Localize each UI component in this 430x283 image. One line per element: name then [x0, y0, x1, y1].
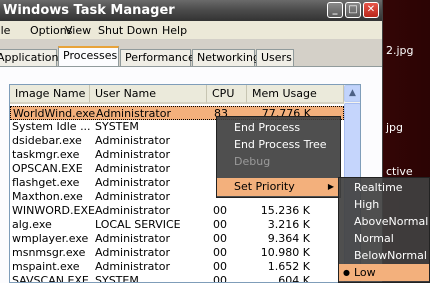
- cell-image-name: mspaint.exe: [12, 260, 80, 273]
- cell-mem-usage: 15.236 K: [260, 204, 310, 217]
- cell-image-name: flashget.exe: [12, 176, 80, 189]
- cell-user-name: Administrator: [95, 176, 170, 189]
- cell-image-name: WINWORD.EXE: [12, 204, 95, 217]
- minimize-button[interactable]: _: [327, 2, 343, 18]
- tab-processes[interactable]: Processes: [58, 46, 119, 66]
- priority-submenu: Realtime High AboveNormal Normal BelowNo…: [338, 177, 430, 283]
- cell-image-name: dsidebar.exe: [12, 134, 82, 147]
- menu-bar: File Options View Shut Down Help: [0, 21, 382, 39]
- scroll-up-arrow-icon[interactable]: ▲: [344, 85, 360, 102]
- priority-low[interactable]: ● Low: [339, 264, 429, 281]
- context-end-process-tree[interactable]: End Process Tree: [217, 136, 340, 154]
- cell-user-name: Administrator: [95, 190, 170, 203]
- table-row[interactable]: SAVSCAN.EXE SYSTEM 00 604 K: [10, 274, 344, 283]
- table-row[interactable]: msnmsgr.exe Administrator 00 10.980 K: [10, 246, 344, 260]
- cell-user-name: Administrator: [95, 148, 170, 161]
- column-header-mem-usage[interactable]: Mem Usage: [247, 85, 344, 104]
- cell-mem-usage: 604 K: [278, 274, 310, 283]
- tab-networking[interactable]: Networking: [192, 49, 260, 66]
- context-set-priority[interactable]: Set Priority ▶: [217, 178, 340, 196]
- cell-image-name: System Idle ...: [12, 120, 91, 133]
- cell-cpu: 00: [213, 218, 227, 231]
- cell-user-name: Administrator: [95, 246, 170, 259]
- cell-user-name: SYSTEM: [95, 274, 139, 283]
- cell-mem-usage: 10.980 K: [260, 246, 310, 259]
- cell-image-name: Maxthon.exe: [12, 190, 83, 203]
- tab-performance[interactable]: Performance: [120, 49, 195, 66]
- cell-user-name: Administrator: [95, 134, 170, 147]
- cell-user-name: Administrator: [95, 162, 170, 175]
- menu-file[interactable]: File: [0, 24, 10, 37]
- table-row[interactable]: alg.exe LOCAL SERVICE 00 3.216 K: [10, 218, 344, 232]
- priority-realtime[interactable]: Realtime: [339, 179, 429, 196]
- desktop-file-label[interactable]: jpg: [386, 121, 403, 134]
- menu-view[interactable]: View: [65, 24, 91, 37]
- cell-image-name: alg.exe: [12, 218, 52, 231]
- cell-mem-usage: 1.652 K: [267, 260, 310, 273]
- cell-user-name: Administrator: [95, 232, 170, 245]
- close-button[interactable]: ✕: [363, 2, 379, 18]
- cell-image-name: taskmgr.exe: [12, 148, 80, 161]
- submenu-arrow-icon: ▶: [327, 182, 334, 191]
- cell-image-name: OPSCAN.EXE: [12, 162, 83, 175]
- column-header-image-name[interactable]: Image Name: [10, 85, 90, 104]
- cell-image-name: wmplayer.exe: [12, 232, 89, 245]
- tab-users[interactable]: Users: [256, 49, 294, 66]
- desktop-file-label[interactable]: 2.jpg: [386, 44, 414, 57]
- priority-normal[interactable]: Normal: [339, 230, 429, 247]
- cell-cpu: 00: [213, 204, 227, 217]
- priority-below-normal[interactable]: BelowNormal: [339, 247, 429, 264]
- table-row[interactable]: wmplayer.exe Administrator 00 9.364 K: [10, 232, 344, 246]
- cell-cpu: 00: [213, 246, 227, 259]
- maximize-button[interactable]: □: [345, 2, 361, 18]
- table-row[interactable]: mspaint.exe Administrator 00 1.652 K: [10, 260, 344, 274]
- cell-cpu: 00: [213, 274, 227, 283]
- cell-image-name: msnmsgr.exe: [12, 246, 86, 259]
- cell-user-name: Administrator: [95, 260, 170, 273]
- selected-bullet-icon: ●: [343, 268, 350, 277]
- priority-high[interactable]: High: [339, 196, 429, 213]
- context-end-process[interactable]: End Process: [217, 119, 340, 137]
- cell-mem-usage: 9.364 K: [267, 232, 310, 245]
- cell-mem-usage: 3.216 K: [267, 218, 310, 231]
- column-header-cpu[interactable]: CPU: [207, 85, 247, 104]
- cell-cpu: 00: [213, 232, 227, 245]
- window-title: Windows Task Manager: [3, 3, 175, 18]
- context-menu: End Process End Process Tree Debug Set P…: [216, 116, 341, 198]
- tab-applications[interactable]: Applications: [0, 49, 64, 66]
- cell-user-name: SYSTEM: [95, 120, 139, 133]
- priority-above-normal[interactable]: AboveNormal: [339, 213, 429, 230]
- cell-user-name: Administrator: [96, 107, 171, 120]
- priority-low-label: Low: [354, 266, 376, 279]
- context-set-priority-label: Set Priority: [234, 180, 295, 193]
- cell-user-name: LOCAL SERVICE: [95, 218, 181, 231]
- cell-image-name: SAVSCAN.EXE: [12, 274, 89, 283]
- cell-image-name: WorldWind.exe: [13, 107, 96, 120]
- cell-cpu: 00: [213, 260, 227, 273]
- menu-help[interactable]: Help: [162, 24, 187, 37]
- context-debug: Debug: [234, 155, 271, 168]
- tab-strip: Applications Processes Performance Netwo…: [0, 46, 382, 66]
- column-header-user-name[interactable]: User Name: [90, 85, 207, 104]
- menu-shut-down[interactable]: Shut Down: [98, 24, 158, 37]
- title-bar[interactable]: Windows Task Manager _ □ ✕: [0, 0, 382, 21]
- table-row[interactable]: WINWORD.EXE Administrator 00 15.236 K: [10, 204, 344, 218]
- cell-user-name: Administrator: [95, 204, 170, 217]
